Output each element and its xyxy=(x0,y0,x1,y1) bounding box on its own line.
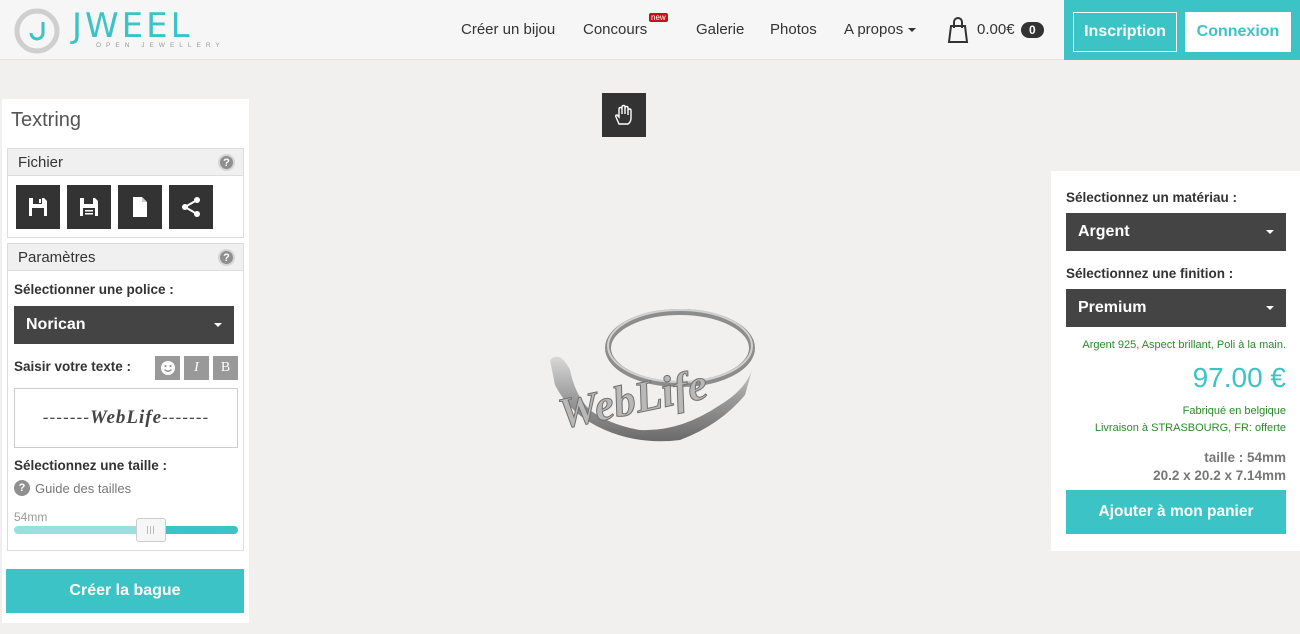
save-icon xyxy=(29,198,47,216)
nav-gallery[interactable]: Galerie xyxy=(696,21,744,38)
save-button[interactable] xyxy=(16,185,60,229)
font-label: Sélectionner une police : xyxy=(14,282,174,297)
finish-description: Argent 925, Aspect brillant, Poli à la m… xyxy=(1082,339,1286,351)
panel-title: Textring xyxy=(11,109,82,131)
chevron-down-icon xyxy=(908,28,917,33)
finish-select-value: Premium xyxy=(1078,299,1147,316)
login-button[interactable]: Connexion xyxy=(1185,12,1291,52)
size-guide-label: Guide des tailles xyxy=(35,480,132,496)
cart-button[interactable]: 0.00€ 0 xyxy=(947,17,1051,43)
help-icon: ? xyxy=(14,480,30,496)
slider-handle[interactable] xyxy=(135,518,166,542)
material-label: Sélectionnez un matériau : xyxy=(1066,190,1238,205)
nav-contest[interactable]: Concours xyxy=(583,21,647,38)
logo-tagline: OPEN JEWELLERY xyxy=(96,42,225,49)
text-suffix: ------- xyxy=(162,408,210,428)
file-section: Fichier ? xyxy=(7,148,244,238)
chevron-down-icon xyxy=(1266,306,1274,310)
auth-area: Inscription Connexion xyxy=(1064,0,1300,60)
delivery-info: Livraison à STRASBOURG, FR: offerte xyxy=(1094,422,1286,434)
finish-select[interactable]: Premium xyxy=(1066,289,1286,327)
size-label: Sélectionnez une taille : xyxy=(14,458,168,473)
nav-about-label: A propos xyxy=(844,21,904,38)
material-select-value: Argent xyxy=(1078,223,1130,240)
italic-button[interactable]: I xyxy=(184,356,209,380)
size-guide-link[interactable]: ? Guide des tailles xyxy=(14,480,131,496)
cart-amount: 0.00€ xyxy=(977,21,1015,38)
params-section-header: Paramètres ? xyxy=(8,244,243,271)
chevron-down-icon xyxy=(1266,230,1274,234)
new-document-button[interactable] xyxy=(118,185,162,229)
new-badge: new xyxy=(649,13,668,22)
nav-create-jewel[interactable]: Créer un bijou xyxy=(461,21,555,38)
ring-text-input[interactable]: ------- WebLife ------- xyxy=(14,388,238,448)
help-icon[interactable]: ? xyxy=(218,154,235,171)
order-panel: Sélectionnez un matériau : Argent Sélect… xyxy=(1051,171,1300,551)
shopping-bag-icon xyxy=(947,17,969,43)
size-slider[interactable] xyxy=(14,518,238,542)
text-value: WebLife xyxy=(89,407,163,428)
material-select[interactable]: Argent xyxy=(1066,213,1286,251)
help-icon[interactable]: ? xyxy=(218,249,235,266)
create-ring-button[interactable]: Créer la bague xyxy=(6,569,244,613)
finish-label: Sélectionnez une finition : xyxy=(1066,266,1234,281)
logo-wordmark: JWEEL xyxy=(72,6,193,46)
params-section: Paramètres ? Sélectionner une police : N… xyxy=(7,243,244,551)
share-button[interactable] xyxy=(169,185,213,229)
add-to-cart-button[interactable]: Ajouter à mon panier xyxy=(1066,490,1286,534)
ring-size: taille : 54mm xyxy=(1204,450,1286,465)
smiley-icon xyxy=(160,361,175,375)
logo-icon xyxy=(14,8,60,54)
chevron-down-icon xyxy=(214,323,222,327)
signup-button[interactable]: Inscription xyxy=(1073,12,1177,52)
text-label: Saisir votre texte : xyxy=(14,359,132,374)
nav-photos[interactable]: Photos xyxy=(770,21,817,38)
size-value: 54mm xyxy=(14,510,48,524)
font-select-value: Norican xyxy=(26,316,86,333)
emoji-button[interactable] xyxy=(155,356,180,380)
nav-about[interactable]: A propos xyxy=(844,21,917,38)
logo[interactable]: JWEEL OPEN JEWELLERY xyxy=(14,6,220,54)
ring-dimensions: 20.2 x 20.2 x 7.14mm xyxy=(1153,468,1286,483)
text-prefix: ------- xyxy=(42,408,90,428)
hand-tool-button[interactable] xyxy=(602,93,646,137)
ring-3d-preview[interactable]: WebLife xyxy=(530,300,770,450)
top-header: JWEEL OPEN JEWELLERY Créer un bijou Conc… xyxy=(0,0,1300,60)
new-document-icon xyxy=(133,197,147,217)
bold-button[interactable]: B xyxy=(213,356,238,380)
price: 97.00 € xyxy=(1192,362,1286,393)
params-section-title: Paramètres xyxy=(18,249,96,266)
file-section-title: Fichier xyxy=(18,154,64,171)
share-icon xyxy=(182,197,200,217)
save-as-icon xyxy=(80,198,98,216)
hand-icon xyxy=(614,104,632,125)
made-in: Fabriqué en belgique xyxy=(1182,405,1286,417)
save-as-button[interactable] xyxy=(67,185,111,229)
font-select[interactable]: Norican xyxy=(14,306,234,344)
file-section-header: Fichier ? xyxy=(8,149,243,176)
editor-panel: Textring Fichier ? Paramètres ? Sélectio… xyxy=(2,99,249,623)
cart-count-badge: 0 xyxy=(1021,22,1044,38)
